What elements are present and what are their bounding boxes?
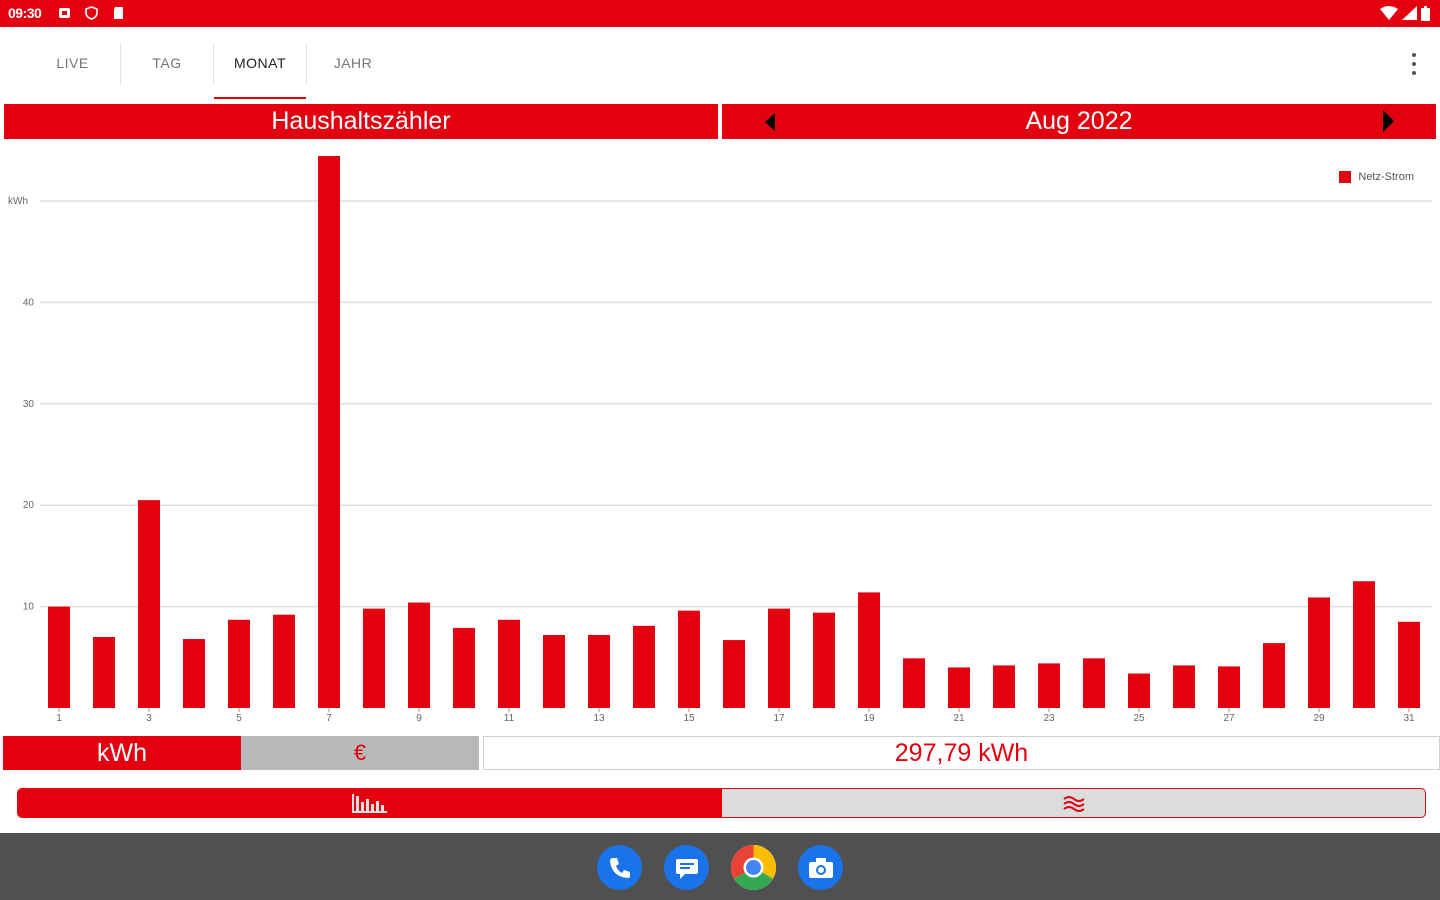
x-tick-label: 7 [326, 713, 332, 724]
phone-app[interactable] [597, 845, 642, 890]
status-right [1380, 4, 1430, 22]
chart-bar [138, 500, 160, 708]
overflow-menu-icon[interactable] [1410, 53, 1418, 75]
monthly-bar-chart: 10203040kWh1 3 5 7 9 11 13 15 17 19 21 23 25 27 29 31 [8, 156, 1432, 724]
chart-bar [228, 619, 250, 708]
x-tick-label: 15 [683, 713, 695, 724]
tab-tag[interactable]: TAG [121, 27, 213, 99]
chart-bar [1173, 665, 1195, 708]
x-tick-label: 27 [1223, 713, 1235, 724]
status-time: 09:30 [8, 5, 42, 21]
battery-icon [1421, 5, 1430, 21]
chart-bar [1038, 663, 1060, 708]
chart-bar [453, 627, 475, 708]
chart-bar [183, 639, 205, 708]
chart-bar [318, 156, 340, 708]
x-tick-label: 9 [416, 713, 422, 724]
camera-icon [808, 857, 833, 878]
meter-selector[interactable]: Haushaltszähler [4, 104, 718, 139]
chart-bar [1308, 597, 1330, 708]
x-tick-label: 17 [773, 713, 785, 724]
chart-bar [1218, 666, 1240, 708]
wave-icon [1062, 796, 1085, 812]
camera-app[interactable] [798, 845, 843, 890]
x-tick-label: 11 [504, 713, 515, 724]
chart-bar [543, 634, 565, 708]
x-tick-label: 21 [953, 713, 965, 724]
period-selector: Aug 2022 [722, 104, 1436, 139]
chart-bar [993, 665, 1015, 708]
legend-label: Netz-Strom [1358, 171, 1414, 183]
y-tick-label: 40 [23, 297, 35, 308]
chart-bar [1398, 621, 1420, 708]
active-tab-indicator [214, 97, 306, 99]
x-tick-label: 1 [56, 713, 62, 724]
y-tick-label: 20 [23, 500, 35, 511]
x-tick-label: 13 [593, 713, 605, 724]
sd-card-icon [114, 7, 123, 19]
chart-bar [858, 592, 880, 708]
tab-bar: LIVE TAG MONAT JAHR [0, 27, 1440, 101]
total-consumption: 297,79 kWh [483, 736, 1440, 770]
x-tick-label: 23 [1043, 713, 1055, 724]
signal-icon [1402, 6, 1417, 20]
messages-app[interactable] [664, 845, 709, 890]
chart-bar [678, 610, 700, 708]
x-tick-label: 3 [146, 713, 152, 724]
tab-monat[interactable]: MONAT [214, 27, 306, 99]
chart-bar [363, 608, 385, 708]
x-tick-label: 19 [863, 713, 875, 724]
chart-bar [1128, 673, 1150, 708]
meter-name: Haushaltszähler [271, 107, 451, 135]
chrome-icon [731, 845, 776, 890]
unit-kwh-button[interactable]: kWh [3, 736, 241, 770]
chart-bar [948, 667, 970, 708]
chart-bar [408, 602, 430, 708]
notification-icon [59, 8, 70, 18]
chart-bar [1083, 658, 1105, 708]
chart-bar [498, 619, 520, 708]
chart-bar [768, 608, 790, 708]
y-tick-label: 10 [23, 602, 35, 613]
status-bar: 09:30 [0, 0, 1440, 27]
bar-chart-icon [352, 794, 387, 813]
chart-bar [903, 658, 925, 708]
chart-bar [1353, 581, 1375, 708]
chart-bar [273, 614, 295, 708]
bar-view-button[interactable] [18, 789, 722, 817]
x-tick-label: 29 [1313, 713, 1325, 724]
chart-bar [633, 625, 655, 708]
chrome-app[interactable] [731, 845, 776, 890]
messages-icon [675, 858, 698, 879]
chart-bar [1263, 643, 1285, 708]
y-tick-label: 30 [23, 399, 35, 410]
wifi-icon [1380, 6, 1398, 20]
app-dock [0, 833, 1440, 900]
tab-live[interactable]: LIVE [25, 27, 120, 99]
chart-bar [588, 634, 610, 708]
previous-period-icon[interactable] [765, 113, 775, 131]
chart-bar [93, 637, 115, 708]
curve-view-button[interactable] [722, 789, 1425, 817]
view-toggle [17, 788, 1426, 818]
phone-icon [609, 857, 630, 878]
unit-euro-button[interactable]: € [241, 736, 479, 770]
period-label: Aug 2022 [1025, 107, 1133, 135]
chart-bar [723, 640, 745, 708]
legend-swatch [1339, 171, 1352, 183]
y-axis-label: kWh [8, 196, 28, 207]
chart-bar [48, 606, 70, 708]
x-tick-label: 31 [1403, 713, 1415, 724]
next-period-icon[interactable] [1383, 110, 1394, 132]
x-tick-label: 25 [1133, 713, 1145, 724]
chart-bar [813, 612, 835, 708]
shield-icon [85, 6, 98, 20]
x-tick-label: 5 [236, 713, 242, 724]
chart-legend: Netz-Strom [1339, 171, 1414, 183]
tab-jahr[interactable]: JAHR [307, 27, 399, 99]
unit-row: kWh € 297,79 kWh [3, 736, 1440, 770]
